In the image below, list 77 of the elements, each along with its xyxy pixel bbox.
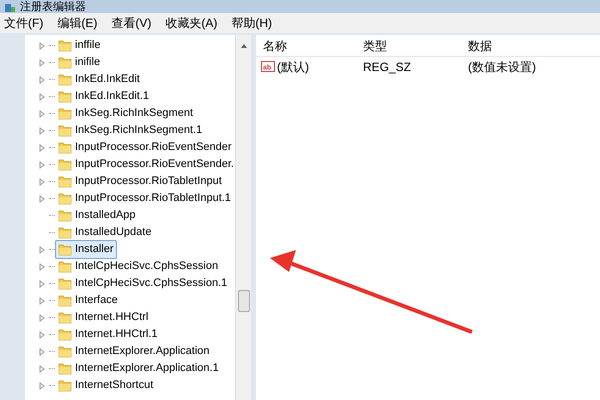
tree-item[interactable]: InternetShortcut [55, 376, 156, 395]
tree-item[interactable]: InkEd.InkEdit.1 [55, 87, 152, 106]
menu-item[interactable]: 编辑(E) [57, 14, 98, 32]
tree-item[interactable]: InputProcessor.RioEventSender [55, 138, 235, 157]
expand-arrow-icon[interactable] [39, 178, 45, 186]
folder-icon [58, 294, 72, 307]
menu-item[interactable]: 收藏夹(A) [165, 14, 218, 32]
menu-item[interactable]: 帮助(H) [231, 14, 272, 32]
tree-item[interactable]: InputProcessor.RioTabletInput.1 [55, 189, 234, 208]
tree-item[interactable]: InternetExplorer.Application.1 [55, 359, 222, 378]
folder-icon [58, 56, 72, 69]
folder-icon [58, 243, 72, 256]
tree-item[interactable]: InkSeg.RichInkSegment.1 [55, 121, 206, 140]
table-cell-text: (数值未设置) [467, 59, 537, 76]
tree-item[interactable]: inffile [55, 36, 104, 55]
column-header[interactable]: 名称 [256, 36, 361, 54]
folder-icon [58, 90, 72, 103]
folder-icon [58, 226, 72, 239]
folder-icon [58, 209, 72, 222]
expand-arrow-icon[interactable] [39, 364, 45, 372]
window-title: 注册表编辑器 [20, 2, 86, 13]
expand-arrow-icon[interactable] [39, 262, 45, 270]
tree-item[interactable]: IntelCpHeciSvc.CphsSession [55, 257, 222, 276]
tree-item[interactable]: Internet.HHCtrl [55, 308, 152, 327]
expand-arrow-icon[interactable] [39, 382, 45, 390]
tree-item[interactable]: InputProcessor.RioEventSender. [55, 155, 235, 174]
menu-item[interactable]: 文件(F) [4, 14, 44, 32]
expand-arrow-icon[interactable] [39, 42, 45, 50]
column-header[interactable]: 类型 [361, 36, 466, 54]
expand-arrow-icon[interactable] [39, 246, 45, 254]
scroll-up-icon[interactable] [240, 43, 248, 49]
expand-arrow-icon[interactable] [39, 194, 45, 202]
expand-arrow-icon[interactable] [39, 280, 45, 288]
tree-item[interactable]: Interface [55, 291, 121, 310]
folder-icon [58, 345, 72, 358]
expand-arrow-icon[interactable] [39, 126, 45, 134]
folder-icon [58, 158, 72, 171]
tree-item[interactable]: InternetExplorer.Application [55, 342, 213, 361]
folder-icon [58, 379, 72, 392]
folder-icon [58, 175, 72, 188]
folder-icon [58, 39, 72, 52]
tree-item[interactable]: Installer [55, 240, 117, 259]
folder-icon [58, 362, 72, 375]
tree-item[interactable]: InputProcessor.RioTabletInput [55, 172, 225, 191]
tree-item[interactable]: InstalledUpdate [55, 223, 154, 242]
app-icon [4, 3, 16, 13]
expand-arrow-icon[interactable] [39, 92, 45, 100]
tree-item[interactable]: InkEd.InkEdit [55, 70, 143, 89]
expand-arrow-icon[interactable] [39, 160, 45, 168]
tree-item[interactable]: InstalledApp [55, 206, 139, 225]
expand-arrow-icon[interactable] [39, 144, 45, 152]
expand-arrow-icon[interactable] [39, 58, 45, 66]
folder-icon [58, 260, 72, 273]
folder-icon [58, 73, 72, 86]
folder-icon [58, 124, 72, 137]
expand-arrow-icon[interactable] [39, 348, 45, 356]
expand-arrow-icon[interactable] [39, 76, 45, 84]
menu-item[interactable]: 查看(V) [111, 14, 152, 32]
expand-arrow-icon[interactable] [39, 314, 45, 322]
folder-icon [58, 107, 72, 120]
scrollbar[interactable] [235, 35, 251, 400]
folder-icon [58, 141, 72, 154]
scrollbar-thumb[interactable] [238, 290, 250, 312]
tree-item[interactable]: inifile [55, 53, 104, 72]
table-cell-text: REG_SZ [362, 59, 412, 76]
tree-item[interactable]: InkSeg.RichInkSegment [55, 104, 196, 123]
tree-item[interactable]: IntelCpHeciSvc.CphsSession.1 [55, 274, 230, 293]
expand-arrow-icon[interactable] [39, 296, 45, 304]
expand-arrow-icon[interactable] [39, 110, 45, 118]
folder-icon [58, 311, 72, 324]
tree-item[interactable]: Internet.HHCtrl.1 [55, 325, 161, 344]
folder-icon [58, 328, 72, 341]
folder-icon [58, 277, 72, 290]
table-cell-text: (默认) [277, 59, 309, 76]
folder-icon [58, 192, 72, 205]
column-header[interactable]: 数据 [466, 36, 571, 54]
expand-arrow-icon[interactable] [39, 330, 45, 338]
